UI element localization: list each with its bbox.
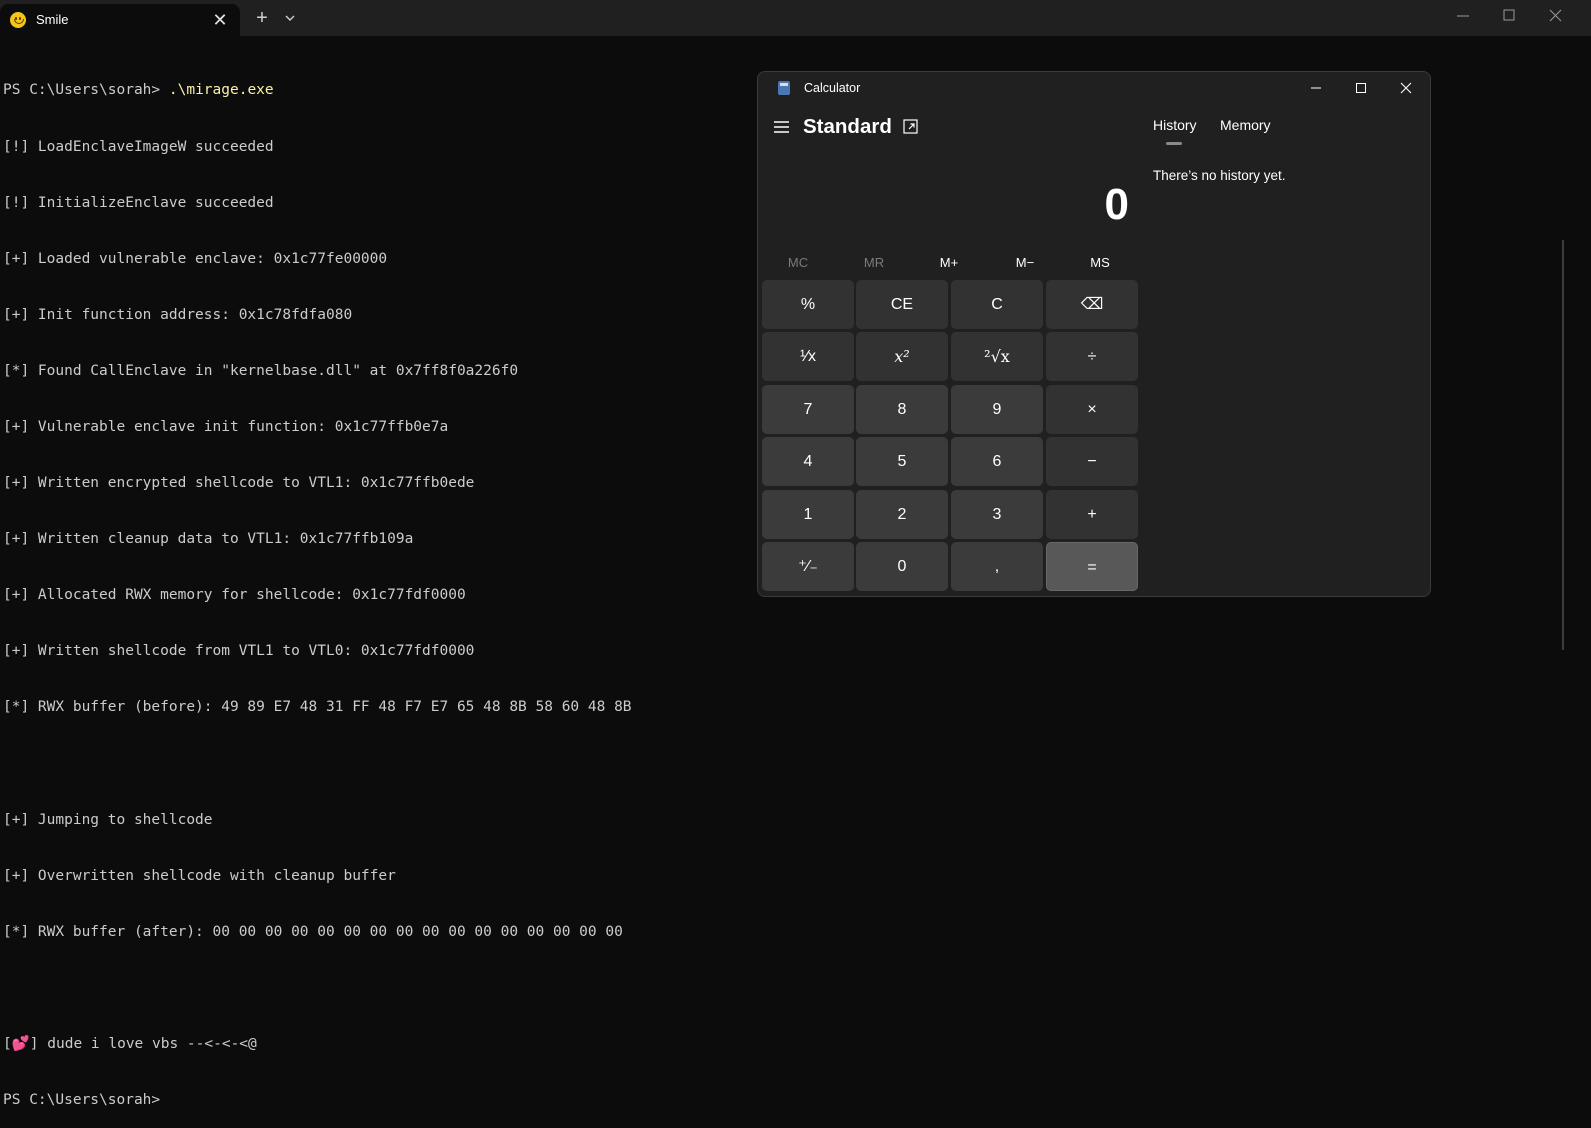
terminal-line: [!] InitializeEnclave succeeded: [3, 194, 274, 211]
digit-9-button[interactable]: 9: [951, 385, 1043, 434]
tab-title: Smile: [36, 12, 69, 27]
terminal-output[interactable]: PS C:\Users\sorah> .\mirage.exe [!] Load…: [3, 44, 753, 1128]
terminal-scrollbar[interactable]: [1562, 240, 1564, 650]
terminal-line: [+] Written encrypted shellcode to VTL1:…: [3, 475, 475, 492]
terminal-tab[interactable]: Smile ✕: [0, 4, 240, 36]
digit-1-button[interactable]: 1: [762, 490, 854, 539]
maximize-icon[interactable]: [1486, 0, 1532, 32]
memory-recall-button[interactable]: MR: [838, 253, 910, 273]
clear-button[interactable]: C: [951, 280, 1043, 329]
calculator-app-icon: [778, 81, 790, 95]
percent-button[interactable]: %: [762, 280, 854, 329]
memory-clear-button[interactable]: MC: [762, 253, 834, 273]
digit-0-button[interactable]: 0: [856, 542, 948, 591]
new-tab-button[interactable]: +: [252, 8, 272, 29]
terminal-prompt: PS C:\Users\sorah>: [3, 1092, 161, 1109]
minimize-icon[interactable]: [1294, 74, 1338, 102]
backspace-button[interactable]: ⌫: [1046, 280, 1138, 329]
active-tab-indicator: [1166, 142, 1182, 145]
terminal-line: [+] Init function address: 0x1c78fdfa080: [3, 306, 353, 323]
terminal-line: [!] LoadEnclaveImageW succeeded: [3, 138, 274, 155]
terminal-line: [*] Found CallEnclave in "kernelbase.dll…: [3, 362, 519, 379]
terminal-line: [💕] dude i love vbs --<-<-<@: [3, 1036, 257, 1052]
terminal-line: [+] Overwritten shellcode with cleanup b…: [3, 867, 396, 884]
subtract-button[interactable]: −: [1046, 437, 1138, 486]
close-icon[interactable]: [1384, 74, 1428, 102]
calculator-title: Calculator: [804, 81, 861, 95]
memory-row: MC MR M+ M− MS: [762, 253, 1140, 273]
close-icon[interactable]: [1533, 0, 1579, 32]
equals-button[interactable]: =: [1046, 542, 1138, 591]
terminal-line: [*] RWX buffer (after): 00 00 00 00 00 0…: [3, 923, 623, 940]
smiley-icon: [10, 12, 26, 28]
digit-7-button[interactable]: 7: [762, 385, 854, 434]
divide-button[interactable]: ÷: [1046, 332, 1138, 381]
terminal-line: [+] Loaded vulnerable enclave: 0x1c77fe0…: [3, 250, 388, 267]
terminal-line: PS C:\Users\sorah> .\mirage.exe: [3, 82, 274, 99]
digit-4-button[interactable]: 4: [762, 437, 854, 486]
result-display: 0: [1104, 180, 1129, 229]
digit-6-button[interactable]: 6: [951, 437, 1043, 486]
terminal-titlebar: Smile ✕ +: [0, 0, 1591, 36]
maximize-icon[interactable]: [1339, 74, 1383, 102]
tab-close-icon[interactable]: ✕: [210, 10, 230, 30]
negate-button[interactable]: ⁺⁄₋: [762, 542, 854, 591]
command-text: .\mirage.exe: [168, 82, 274, 99]
minimize-icon[interactable]: [1440, 0, 1486, 32]
memory-subtract-button[interactable]: M−: [989, 253, 1061, 273]
square-button[interactable]: x²: [856, 332, 948, 381]
memory-add-button[interactable]: M+: [913, 253, 985, 273]
tab-history[interactable]: History: [1153, 117, 1197, 133]
mode-title: Standard: [803, 115, 892, 138]
reciprocal-button[interactable]: ¹⁄x: [762, 332, 854, 381]
digit-5-button[interactable]: 5: [856, 437, 948, 486]
keep-on-top-icon[interactable]: [901, 117, 921, 137]
chevron-down-icon[interactable]: [282, 10, 298, 26]
backspace-icon: ⌫: [1080, 296, 1104, 313]
digit-2-button[interactable]: 2: [856, 490, 948, 539]
terminal-line: [+] Allocated RWX memory for shellcode: …: [3, 587, 466, 604]
square-root-button[interactable]: ²√x: [951, 332, 1043, 381]
add-button[interactable]: +: [1046, 490, 1138, 539]
digit-8-button[interactable]: 8: [856, 385, 948, 434]
history-empty-message: There’s no history yet.: [1153, 168, 1286, 183]
memory-store-button[interactable]: MS: [1064, 253, 1136, 273]
calculator-window: Calculator Standard 0 MC MR M+ M− MS % C…: [757, 71, 1431, 597]
terminal-line: [+] Vulnerable enclave init function: 0x…: [3, 418, 449, 435]
terminal-line: [+] Written cleanup data to VTL1: 0x1c77…: [3, 531, 414, 548]
terminal-line: [+] Written shellcode from VTL1 to VTL0:…: [3, 643, 475, 660]
clear-entry-button[interactable]: CE: [856, 280, 948, 329]
multiply-button[interactable]: ×: [1046, 385, 1138, 434]
tab-memory[interactable]: Memory: [1220, 117, 1271, 133]
heart-emoji: 💕: [11, 1036, 30, 1052]
hamburger-menu-icon[interactable]: [772, 117, 792, 137]
terminal-line: [+] Jumping to shellcode: [3, 811, 213, 828]
digit-3-button[interactable]: 3: [951, 490, 1043, 539]
terminal-line: [*] RWX buffer (before): 49 89 E7 48 31 …: [3, 699, 632, 716]
decimal-separator-button[interactable]: ,: [951, 542, 1043, 591]
